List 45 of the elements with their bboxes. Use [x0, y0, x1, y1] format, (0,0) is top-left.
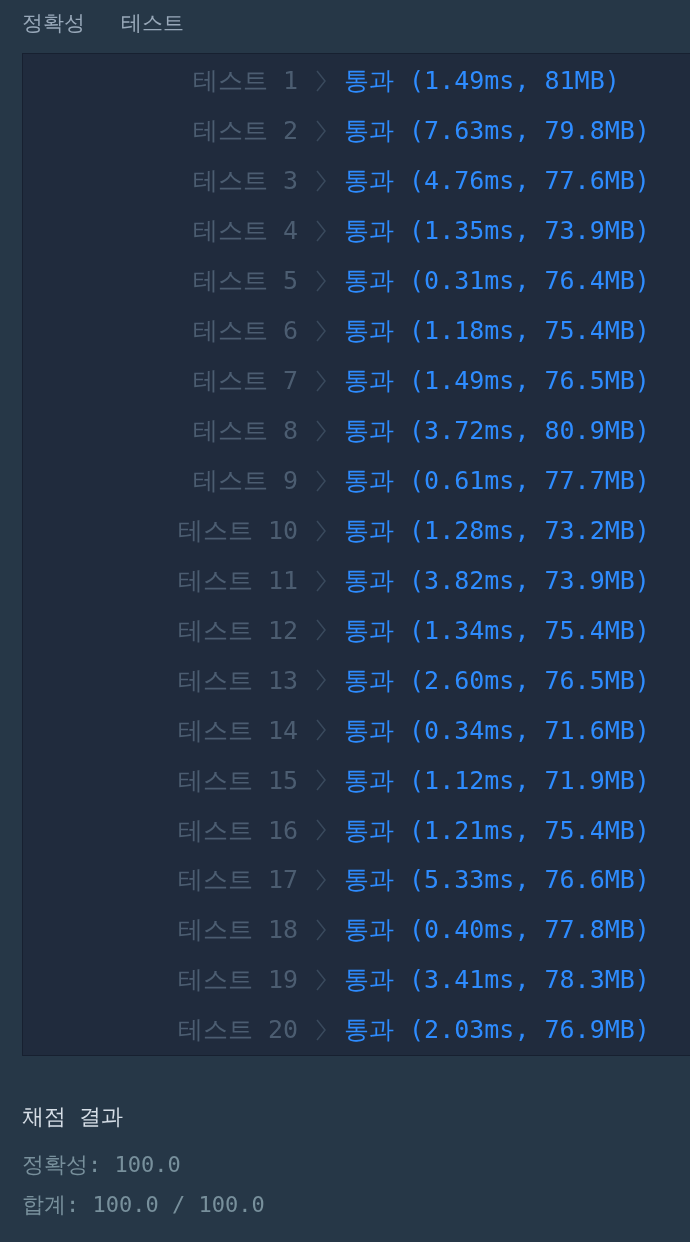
section-title: 정확성 — [22, 10, 85, 37]
chevron-right-icon — [315, 768, 327, 793]
test-result: 통과 (5.33ms, 76.6MB) — [344, 864, 650, 897]
chevron-right-icon — [315, 418, 327, 443]
chevron-right-icon — [315, 1018, 327, 1043]
test-result: 통과 (1.49ms, 76.5MB) — [344, 364, 650, 397]
chevron-right-icon — [315, 568, 327, 593]
test-result: 통과 (0.34ms, 71.6MB) — [344, 714, 650, 747]
summary-line: 정확성: 100.0 — [22, 1151, 182, 1179]
chevron-right-icon — [315, 918, 327, 943]
test-result: 통과 (2.03ms, 76.9MB) — [344, 1014, 650, 1047]
chevron-right-icon — [315, 818, 327, 843]
chevron-right-icon — [315, 718, 327, 743]
chevron-right-icon — [315, 618, 327, 643]
chevron-right-icon — [315, 118, 327, 143]
chevron-right-icon — [315, 868, 327, 893]
chevron-right-icon — [315, 218, 327, 243]
test-result: 통과 (0.40ms, 77.8MB) — [344, 914, 650, 947]
test-result: 통과 (1.34ms, 75.4MB) — [344, 614, 650, 647]
test-result: 통과 (7.63ms, 79.8MB) — [344, 115, 650, 148]
test-result: 통과 (3.82ms, 73.9MB) — [344, 564, 650, 597]
chevron-right-icon — [315, 518, 327, 543]
test-result: 통과 (3.72ms, 80.9MB) — [344, 414, 650, 447]
test-result: 통과 (1.35ms, 73.9MB) — [344, 215, 650, 248]
summary-title: 채점 결과 — [22, 1103, 125, 1131]
test-result: 통과 (0.31ms, 76.4MB) — [344, 265, 650, 298]
test-result: 통과 (1.49ms, 81MB) — [344, 65, 620, 98]
summary-line: 합계: 100.0 / 100.0 — [22, 1191, 266, 1219]
test-result: 통과 (1.21ms, 75.4MB) — [344, 814, 650, 847]
test-result: 통과 (1.28ms, 73.2MB) — [344, 514, 650, 547]
test-result: 통과 (3.41ms, 78.3MB) — [344, 964, 650, 997]
chevron-right-icon — [315, 68, 327, 93]
test-result: 통과 (1.18ms, 75.4MB) — [344, 315, 650, 347]
chevron-right-icon — [315, 268, 327, 293]
chevron-right-icon — [315, 468, 327, 493]
chevron-right-icon — [315, 168, 327, 193]
test-result: 통과 (1.12ms, 71.9MB) — [344, 764, 650, 797]
chevron-right-icon — [315, 968, 327, 993]
section-subtitle: 테스트 — [121, 10, 184, 37]
test-result: 통과 (0.61ms, 77.7MB) — [344, 464, 650, 497]
test-result: 통과 (4.76ms, 77.6MB) — [344, 165, 650, 198]
test-result: 통과 (2.60ms, 76.5MB) — [344, 664, 650, 697]
chevron-right-icon — [315, 318, 327, 343]
chevron-right-icon — [315, 668, 327, 693]
chevron-right-icon — [315, 368, 327, 393]
